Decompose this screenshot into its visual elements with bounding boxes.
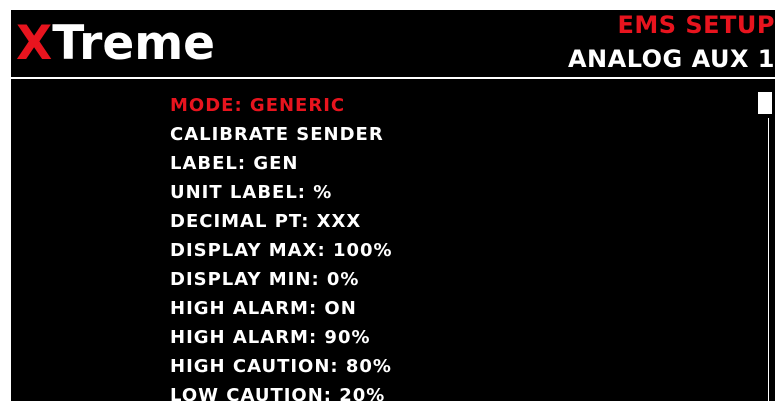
menu-item-high-alarm-value[interactable]: HIGH ALARM: 90%: [170, 323, 393, 352]
logo-x: X: [16, 16, 53, 71]
logo-text: Treme: [52, 16, 216, 71]
menu-item-low-caution[interactable]: LOW CAUTION: 20%: [170, 381, 393, 401]
menu-item-decimal-pt[interactable]: DECIMAL PT: XXX: [170, 207, 393, 236]
device-screen: XTreme EMS SETUP ANALOG AUX 1 MODE: GENE…: [0, 0, 775, 401]
menu-item-mode[interactable]: MODE: GENERIC: [170, 91, 393, 120]
scrollbar-track[interactable]: [768, 118, 769, 401]
scrollbar-thumb[interactable]: [758, 92, 772, 114]
header-divider: [11, 77, 775, 79]
setup-menu: MODE: GENERIC CALIBRATE SENDER LABEL: GE…: [170, 91, 393, 401]
page-title: ANALOG AUX 1: [567, 45, 775, 73]
menu-item-calibrate-sender[interactable]: CALIBRATE SENDER: [170, 120, 393, 149]
menu-item-high-alarm-enable[interactable]: HIGH ALARM: ON: [170, 294, 393, 323]
menu-item-display-max[interactable]: DISPLAY MAX: 100%: [170, 236, 393, 265]
display-panel: XTreme EMS SETUP ANALOG AUX 1 MODE: GENE…: [11, 10, 775, 401]
page-category: EMS SETUP: [617, 11, 775, 39]
menu-item-unit-label[interactable]: UNIT LABEL: %: [170, 178, 393, 207]
menu-item-display-min[interactable]: DISPLAY MIN: 0%: [170, 265, 393, 294]
xtreme-logo: XTreme: [16, 16, 215, 72]
menu-item-label[interactable]: LABEL: GEN: [170, 149, 393, 178]
menu-item-high-caution[interactable]: HIGH CAUTION: 80%: [170, 352, 393, 381]
